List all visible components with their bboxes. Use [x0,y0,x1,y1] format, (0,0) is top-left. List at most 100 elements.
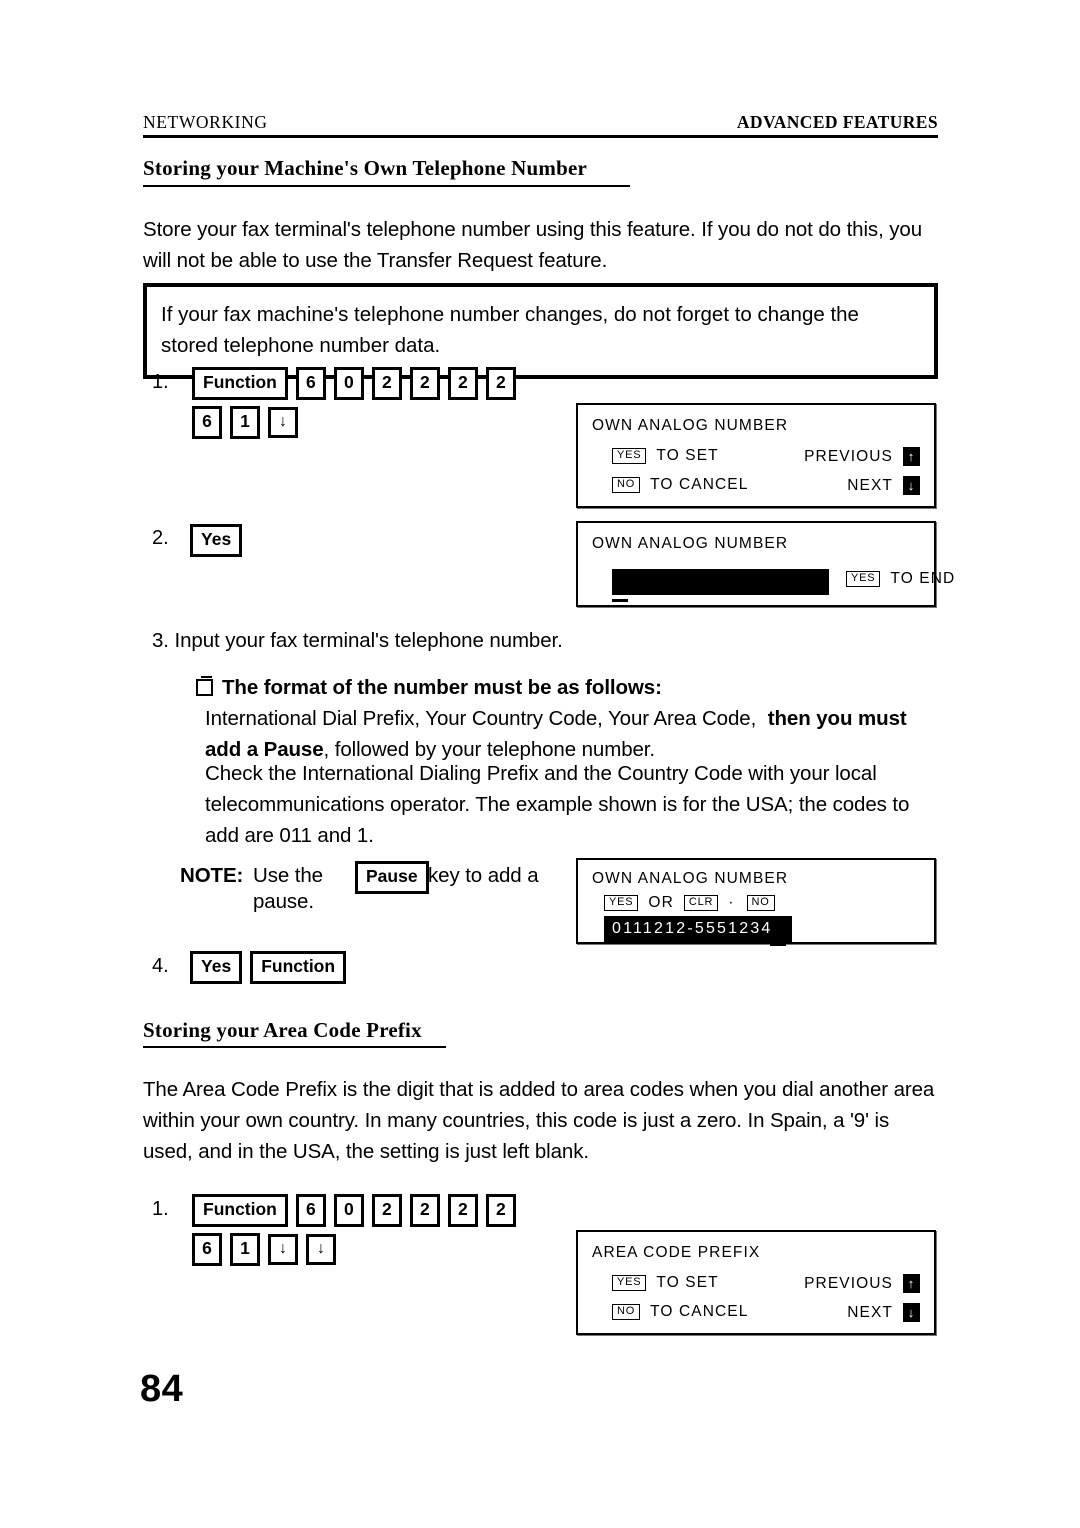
key-digit-6-c[interactable]: 6 [295,1194,326,1227]
lcd1-cancel-label: TO CANCEL [650,476,749,493]
step-1-key-row-1: Function 6 0 2 2 2 2 [192,367,516,400]
lcd2-toend-label: TO END [890,570,956,587]
key-digit-2-e[interactable]: 2 [371,1194,402,1227]
header-divider [143,135,938,138]
lcd-panel-own-analog-number-2: OWN ANALOG NUMBER YES TO END [576,521,954,607]
key-digit-1-b[interactable]: 1 [230,1233,260,1266]
header-left-label: NETWORKING [143,112,268,132]
lcd3-dot-separator: · [728,894,735,911]
lcd-panel-own-analog-number-1: OWN ANALOG NUMBER YES TO SET PREVIOUS ↑ … [576,403,936,508]
step-3-bullet-heading: The format of the number must be as foll… [222,676,662,699]
key-function[interactable]: Function [192,367,288,400]
key-function-3[interactable]: Function [192,1194,288,1227]
key-arrow-down-icon-2[interactable]: ↓ [268,1233,298,1265]
section2-step-1-number: 1. [152,1198,169,1220]
key-digit-0[interactable]: 0 [333,367,364,400]
key-arrow-down-icon[interactable]: ↓ [268,406,298,438]
step-3-format-body: International Dial Prefix, Your Country … [205,703,945,765]
step-3-body-1a: International Dial Prefix, Your Country … [205,707,757,730]
lcd4-cancel-label: TO CANCEL [650,1303,749,1320]
key-function-2[interactable]: Function [250,951,347,984]
lcd2-input-field[interactable] [612,569,829,595]
step-3-body-1b: then you [767,707,853,730]
step-2-key-row: Yes [190,524,243,557]
note-text-after: key to add a [428,864,539,887]
lcd3-input-field[interactable]: 0111212-5551234 [604,916,792,942]
lcd1-title: OWN ANALOG NUMBER [592,417,789,434]
lcd2-input-value [612,573,620,590]
key-digit-2-g[interactable]: 2 [447,1194,478,1227]
lcd4-title: AREA CODE PREFIX [592,1244,761,1261]
lcd1-arrow-up-icon[interactable]: ↑ [903,447,920,466]
key-digit-0-b[interactable]: 0 [333,1194,364,1227]
lcd2-title: OWN ANALOG NUMBER [592,535,789,552]
lcd4-row-2-left: NO TO CANCEL [612,1303,748,1321]
section2-intro-paragraph: The Area Code Prefix is the digit that i… [143,1078,935,1163]
header-right-label: ADVANCED FEATURES [736,112,938,132]
lcd3-cursor [770,943,786,946]
lcd4-row-1-right: PREVIOUS ↑ [804,1274,920,1293]
section2-step-1-key-row-2: 6 1 ↓ ↓ [192,1233,336,1266]
key-digit-6[interactable]: 6 [295,367,326,400]
lcd1-row-1-right: PREVIOUS ↑ [804,447,920,466]
key-digit-2-b[interactable]: 2 [409,367,440,400]
callout-box: If your fax machine's telephone number c… [143,283,938,379]
key-digit-2-a[interactable]: 2 [371,367,402,400]
lcd1-no-key[interactable]: NO [612,477,641,493]
key-digit-2-d[interactable]: 2 [485,367,516,400]
lcd1-arrow-down-icon[interactable]: ↓ [903,476,920,495]
key-pause[interactable]: Pause [355,861,429,894]
key-arrow-down-icon-3[interactable]: ↓ [306,1233,336,1265]
lcd4-set-label: TO SET [656,1274,719,1291]
section-heading-area-code-prefix: Storing your Area Code Prefix [143,1018,422,1042]
lcd4-arrow-down-icon[interactable]: ↓ [903,1303,920,1322]
lcd2-yes-key[interactable]: YES [846,571,881,587]
lcd4-row-2-right: NEXT ↓ [847,1303,920,1322]
lcd1-yes-key[interactable]: YES [612,448,647,464]
lcd4-previous-label: PREVIOUS [804,1274,893,1292]
note-key-row: Pause [355,861,429,894]
step-4-key-row: Yes Function [190,951,347,984]
section2-step-1-key-row-1: Function 6 0 2 2 2 2 [192,1194,516,1227]
section-heading-rule-2 [143,1046,446,1048]
square-bullet-icon [196,676,213,696]
lcd4-no-key[interactable]: NO [612,1304,641,1320]
lcd1-previous-label: PREVIOUS [804,447,893,465]
key-digit-1[interactable]: 1 [230,406,260,439]
callout-text: If your fax machine's telephone number c… [161,303,859,357]
key-yes-2[interactable]: Yes [190,951,243,984]
step-1-key-row-2: 6 1 ↓ [192,406,298,439]
lcd2-hint-row: YES TO END [846,570,955,588]
key-yes[interactable]: Yes [190,524,243,557]
lcd3-clr-key[interactable]: CLR [683,895,719,911]
key-digit-2-h[interactable]: 2 [485,1194,516,1227]
lcd1-next-label: NEXT [847,476,893,494]
lcd1-set-label: TO SET [656,447,719,464]
lcd4-next-label: NEXT [847,1303,893,1321]
lcd4-arrow-up-icon[interactable]: ↑ [903,1274,920,1293]
section1-intro-paragraph: Store your fax terminal's telephone numb… [143,218,923,272]
running-header: NETWORKING ADVANCED FEATURES [143,112,938,133]
lcd4-row-1-left: YES TO SET [612,1274,719,1292]
section-heading-own-telephone-number: Storing your Machine's Own Telephone Num… [143,156,588,180]
lcd3-input-value: 0111212-5551234 [612,920,773,937]
lcd1-row-2-left: NO TO CANCEL [612,476,748,494]
step-2-number: 2. [152,527,169,549]
lcd-panel-area-code-prefix: AREA CODE PREFIX YES TO SET PREVIOUS ↑ N… [576,1230,936,1335]
page-number: 84 [140,1368,184,1410]
lcd-panel-own-analog-number-3: OWN ANALOG NUMBER YES OR CLR · NO 011121… [576,858,936,946]
section-heading-rule-1 [143,185,630,187]
step-3-text: Input your fax terminal's telephone numb… [174,629,563,652]
lcd4-yes-key[interactable]: YES [612,1275,647,1291]
key-digit-2-f[interactable]: 2 [409,1194,440,1227]
step-3-number: 3. [152,629,169,652]
key-digit-6-b[interactable]: 6 [192,406,222,439]
lcd1-row-2-right: NEXT ↓ [847,476,920,495]
document-page: NETWORKING ADVANCED FEATURES Storing you… [0,0,1080,1528]
key-digit-2-c[interactable]: 2 [447,367,478,400]
step-3-line: 3. Input your fax terminal's telephone n… [152,625,852,656]
lcd3-no-key[interactable]: NO [746,895,775,911]
key-digit-6-d[interactable]: 6 [192,1233,222,1266]
lcd3-yes-key[interactable]: YES [604,895,639,911]
step-3-body-3: Check the International Dialing Prefix a… [205,762,910,847]
